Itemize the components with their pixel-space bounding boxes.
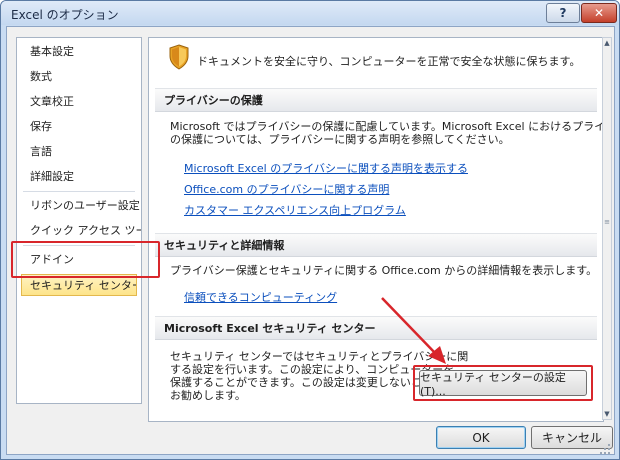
- dialog-body: 基本設定 数式 文章校正 保存 言語 詳細設定 リボンのユーザー設定 クイック …: [6, 26, 615, 455]
- sidebar-divider: [23, 245, 135, 246]
- sidebar-divider: [23, 191, 135, 192]
- window-title: Excel のオプション: [11, 8, 119, 22]
- intro-text: ドキュメントを安全に守り、コンピューターを正常で安全な状態に保ちます。: [197, 55, 581, 68]
- shield-icon: [169, 44, 189, 70]
- options-dialog: Excel のオプション ? ✕ 基本設定 数式 文章校正 保存 言語 詳細設定…: [0, 0, 620, 460]
- sidebar-item-trust-center[interactable]: セキュリティ センター: [21, 274, 137, 296]
- resize-grip-icon[interactable]: [598, 442, 612, 456]
- help-button[interactable]: ?: [546, 3, 580, 23]
- close-button[interactable]: ✕: [581, 3, 617, 23]
- sidebar-item-language[interactable]: 言語: [17, 141, 141, 163]
- trust-center-description-line1: セキュリティ センターではセキュリティとプライバシーに関: [170, 350, 469, 363]
- content-scrollbar[interactable]: ▲ ≡ ▼: [602, 37, 612, 420]
- privacy-description-line2: の保護については、プライバシーに関する声明を参照してください。: [170, 133, 510, 146]
- sidebar-item-quick-access[interactable]: クイック アクセス ツール .: [17, 220, 141, 242]
- close-icon: ✕: [593, 6, 605, 20]
- excel-privacy-statement-link[interactable]: Microsoft Excel のプライバシーに関する声明を表示する: [184, 160, 468, 176]
- ok-button[interactable]: OK: [436, 426, 526, 449]
- sidebar-item-addins[interactable]: アドイン: [17, 249, 141, 271]
- scroll-up-arrow-icon[interactable]: ▲: [603, 38, 611, 48]
- privacy-section-header: プライバシーの保護: [155, 88, 597, 112]
- scroll-grip-icon[interactable]: ≡: [603, 218, 611, 228]
- office-privacy-statement-link[interactable]: Office.com のプライバシーに関する声明: [184, 181, 389, 197]
- help-icon: ?: [559, 6, 567, 20]
- sidebar-item-advanced[interactable]: 詳細設定: [17, 166, 141, 188]
- trust-center-settings-button[interactable]: セキュリティ センターの設定(T)...: [419, 370, 587, 398]
- scroll-down-arrow-icon[interactable]: ▼: [603, 409, 611, 419]
- trust-center-section-header: Microsoft Excel セキュリティ センター: [155, 316, 597, 340]
- security-section-header: セキュリティと詳細情報: [155, 233, 597, 257]
- trust-center-description-line4: お勧めします。: [170, 389, 246, 402]
- category-sidebar: 基本設定 数式 文章校正 保存 言語 詳細設定 リボンのユーザー設定 クイック …: [16, 37, 142, 404]
- sidebar-item-proofing[interactable]: 文章校正: [17, 91, 141, 113]
- security-description: プライバシー保護とセキュリティに関する Office.com からの詳細情報を表…: [170, 264, 598, 277]
- sidebar-item-customize-ribbon[interactable]: リボンのユーザー設定: [17, 195, 141, 217]
- sidebar-item-formulas[interactable]: 数式: [17, 66, 141, 88]
- title-bar[interactable]: Excel のオプション ? ✕: [1, 1, 619, 25]
- trust-center-description-line2: する設定を行います。この設定により、コンピューターを: [170, 363, 455, 376]
- trustworthy-computing-link[interactable]: 信頼できるコンピューティング: [184, 289, 337, 305]
- sidebar-item-general[interactable]: 基本設定: [17, 41, 141, 63]
- sidebar-item-save[interactable]: 保存: [17, 116, 141, 138]
- trust-center-description-line3: 保護することができます。この設定は変更しないことを: [170, 376, 444, 389]
- privacy-description-line1: Microsoft ではプライバシーの保護に配慮しています。Microsoft …: [170, 120, 604, 133]
- trust-center-panel: ドキュメントを安全に守り、コンピューターを正常で安全な状態に保ちます。 プライバ…: [148, 37, 604, 422]
- customer-experience-program-link[interactable]: カスタマー エクスペリエンス向上プログラム: [184, 202, 406, 218]
